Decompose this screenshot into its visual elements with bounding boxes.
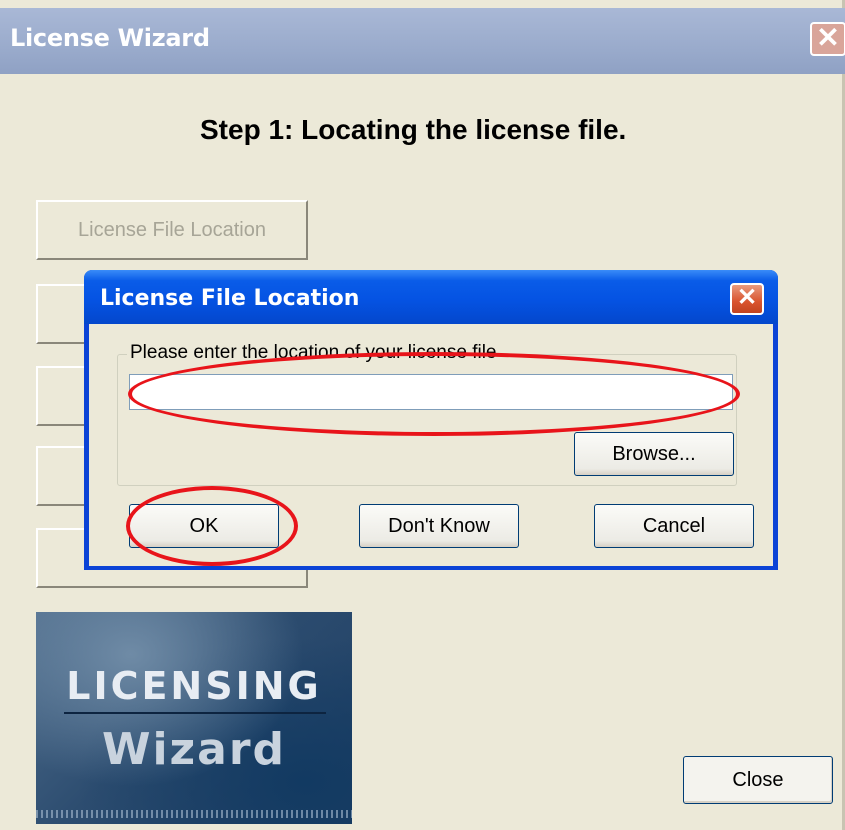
- logo-decoration: [36, 810, 352, 818]
- dialog-close-icon[interactable]: ✕: [730, 283, 764, 315]
- cancel-button[interactable]: Cancel: [594, 504, 754, 548]
- window-title: License Wizard: [10, 24, 210, 52]
- license-location-label: Please enter the location of your licens…: [127, 342, 500, 364]
- close-icon[interactable]: ✕: [810, 22, 845, 56]
- logo-text-wizard: Wizard: [101, 724, 287, 775]
- license-file-location-dialog: License File Location ✕ Please enter the…: [84, 270, 778, 570]
- close-button[interactable]: Close: [683, 756, 833, 804]
- logo-text-licensing: LICENSING: [66, 664, 322, 708]
- step-title: Step 1: Locating the license file.: [200, 114, 627, 145]
- main-titlebar: License Wizard ✕: [0, 8, 845, 74]
- licensing-wizard-logo: LICENSING Wizard: [36, 612, 352, 824]
- license-path-input[interactable]: [129, 374, 733, 410]
- logo-divider: [64, 712, 326, 714]
- browse-button[interactable]: Browse...: [574, 432, 734, 476]
- dialog-body: Please enter the location of your licens…: [89, 324, 773, 566]
- dont-know-button[interactable]: Don't Know: [359, 504, 519, 548]
- dialog-titlebar: License File Location ✕: [84, 270, 778, 324]
- license-file-location-button[interactable]: License File Location: [36, 200, 308, 260]
- dialog-title: License File Location: [100, 286, 360, 311]
- ok-button[interactable]: OK: [129, 504, 279, 548]
